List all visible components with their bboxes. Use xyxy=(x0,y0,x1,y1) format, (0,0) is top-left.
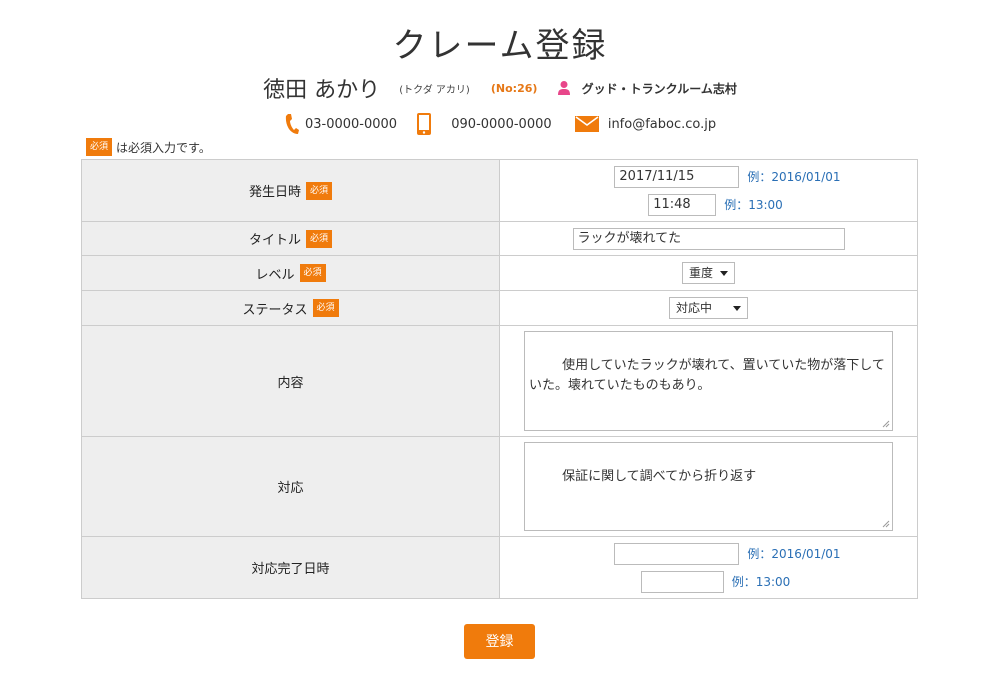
person-icon xyxy=(557,80,571,96)
form-row-status: ステータス 必須 対応中 xyxy=(81,290,918,326)
phone-icon xyxy=(284,113,300,135)
form-value-cell: 例：2016/01/01 例：13:00 xyxy=(499,536,918,599)
form-row-occurred: 発生日時 必須 2017/11/15 例：2016/01/01 11:48 例：13:… xyxy=(81,159,918,222)
form-value-cell: 対応中 xyxy=(499,290,918,326)
status-label: ステータス xyxy=(242,302,308,318)
customer-name: 徳田 あかり xyxy=(263,78,381,103)
occurred-time-example: 例：13:00 xyxy=(724,198,783,212)
form-value-cell: 2017/11/15 例：2016/01/01 11:48 例：13:00 xyxy=(499,159,918,222)
mobile-number: 090-0000-0000 xyxy=(451,116,552,132)
required-badge: 必須 xyxy=(312,299,339,317)
chevron-down-icon xyxy=(720,271,728,276)
form-row-content: 内容 使用していたラックが壊れて、置いていた物が落下していた。壊れていたものもあ… xyxy=(81,325,918,437)
completed-date-input[interactable] xyxy=(614,543,740,565)
mail-icon xyxy=(574,116,599,132)
completed-date-example: 例：2016/01/01 xyxy=(747,547,841,561)
level-label: レベル xyxy=(255,267,295,283)
chevron-down-icon xyxy=(733,306,741,311)
occurred-time-input[interactable]: 11:48 xyxy=(648,194,717,216)
page-title: クレーム登録 xyxy=(392,26,608,66)
form-row-completed: 対応完了日時 例：2016/01/01 例：13:00 xyxy=(81,536,918,599)
form-row-level: レベル 必須 重度 xyxy=(81,255,918,291)
required-badge: 必須 xyxy=(306,229,333,248)
level-select[interactable]: 重度 xyxy=(682,262,735,284)
required-note-text: は必須入力です。 xyxy=(116,140,211,155)
title-input[interactable]: ラックが壊れてた xyxy=(572,227,845,250)
level-selected-value: 重度 xyxy=(689,266,714,280)
resize-grip-icon[interactable] xyxy=(882,520,890,528)
form-value-cell: 使用していたラックが壊れて、置いていた物が落下していた。壊れていたものもあり。 xyxy=(499,325,918,437)
status-select[interactable]: 対応中 xyxy=(669,297,748,319)
resize-grip-icon[interactable] xyxy=(882,420,890,428)
customer-number: (No:26) xyxy=(490,81,538,95)
form-label-cell: 内容 xyxy=(81,325,500,437)
form-label-cell: 対応完了日時 xyxy=(81,536,500,599)
completed-label: 対応完了日時 xyxy=(251,562,330,577)
response-label: 対応 xyxy=(277,481,304,496)
form-value-cell: 重度 xyxy=(499,255,918,291)
required-badge: 必須 xyxy=(299,264,326,282)
content-textarea[interactable]: 使用していたラックが壊れて、置いていた物が落下していた。壊れていたものもあり。 xyxy=(524,331,893,431)
contact-info: 03-0000-0000 090-0000-0000 info@faboc.co… xyxy=(0,112,1000,136)
customer-company: グッド・トランクルーム志村 xyxy=(581,81,737,96)
occurred-label: 発生日時 xyxy=(248,185,301,200)
required-badge: 必須 xyxy=(306,181,333,200)
phone-number: 03-0000-0000 xyxy=(304,116,398,132)
form-label-cell: 対応 xyxy=(81,436,500,537)
form-label-cell: ステータス 必須 xyxy=(81,290,500,326)
form-value-cell: 保証に関して調べてから折り返す xyxy=(499,436,918,537)
response-textarea[interactable]: 保証に関して調べてから折り返す xyxy=(524,442,893,531)
form-label-cell: レベル 必須 xyxy=(81,255,500,291)
customer-kana: (トクダ アカリ) xyxy=(399,84,470,96)
email-address: info@faboc.co.jp xyxy=(607,116,717,132)
form-label-cell: 発生日時 必須 xyxy=(81,159,500,222)
content-label: 内容 xyxy=(277,375,304,391)
required-note: 必須 は必須入力です。 xyxy=(86,138,211,156)
form-row-title: タイトル 必須 ラックが壊れてた xyxy=(81,221,918,256)
form-label-cell: タイトル 必須 xyxy=(81,221,500,256)
completed-time-input[interactable] xyxy=(640,571,724,593)
title-label: タイトル xyxy=(248,233,301,248)
submit-button[interactable]: 登録 xyxy=(464,624,535,659)
content-text: 使用していたラックが壊れて、置いていた物が落下していた。壊れていたものもあり。 xyxy=(529,358,885,393)
status-selected-value: 対応中 xyxy=(676,301,713,315)
required-badge: 必須 xyxy=(86,138,113,156)
occurred-date-input[interactable]: 2017/11/15 xyxy=(614,166,740,188)
mobile-icon xyxy=(416,112,432,136)
response-text: 保証に関して調べてから折り返す xyxy=(562,469,757,484)
completed-time-example: 例：13:00 xyxy=(731,575,791,589)
form-row-response: 対応 保証に関して調べてから折り返す xyxy=(81,436,918,537)
occurred-date-example: 例：2016/01/01 xyxy=(747,170,841,184)
customer-info: 徳田 あかり (トクダ アカリ) (No:26) グッド・トランクルーム志村 xyxy=(0,72,1000,104)
form-value-cell: ラックが壊れてた xyxy=(499,221,918,256)
claim-form-table: 発生日時 必須 2017/11/15 例：2016/01/01 11:48 例：13:… xyxy=(81,159,918,599)
